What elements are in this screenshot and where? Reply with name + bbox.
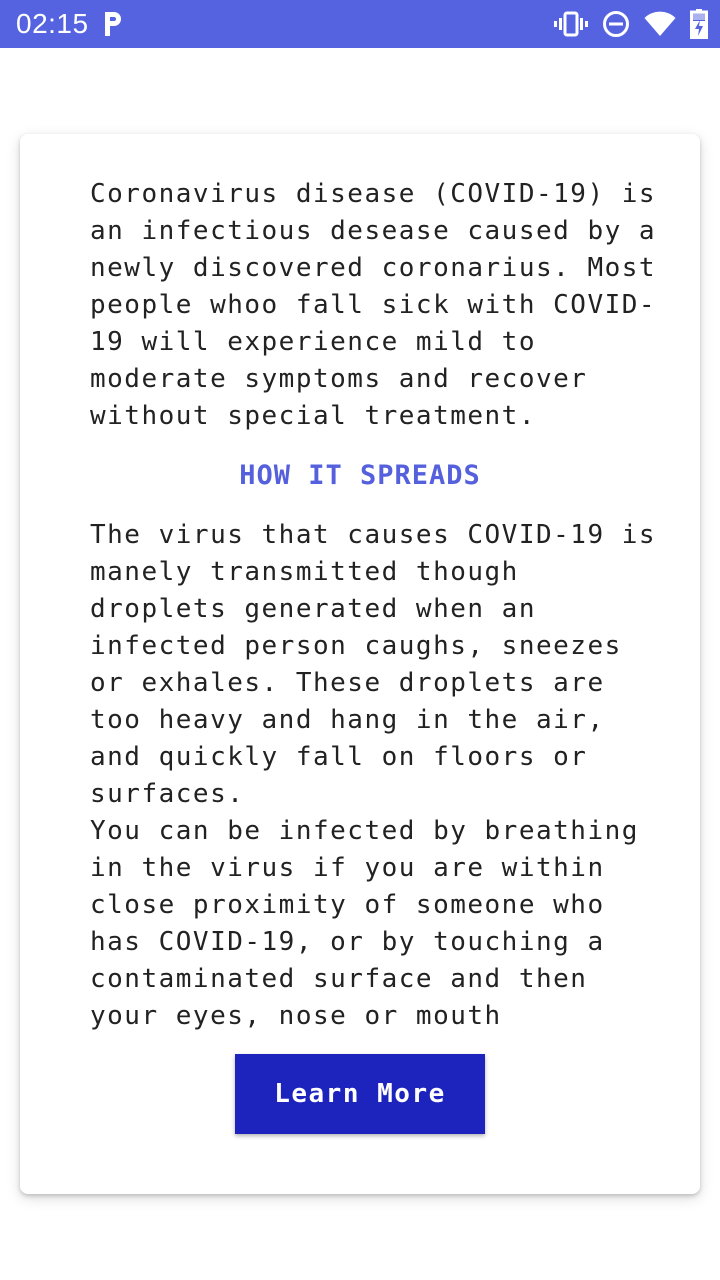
learn-more-button[interactable]: Learn More bbox=[235, 1054, 485, 1134]
spread-text: The virus that causes COVID-19 is manely… bbox=[90, 520, 657, 809]
wifi-icon bbox=[644, 11, 676, 37]
status-bar: 02:15 bbox=[0, 0, 720, 48]
info-card: Coronavirus disease (COVID-19) is an inf… bbox=[20, 134, 700, 1194]
intro-text: Coronavirus disease (COVID-19) is an inf… bbox=[90, 179, 657, 431]
vibrate-icon bbox=[554, 10, 588, 38]
infection-text: You can be infected by breathing in the … bbox=[90, 816, 657, 1031]
status-time: 02:15 bbox=[16, 8, 89, 39]
how-it-spreads-heading: HOW IT SPREADS bbox=[239, 460, 481, 491]
parking-icon bbox=[102, 10, 124, 38]
do-not-disturb-icon bbox=[602, 10, 630, 38]
status-icons bbox=[554, 8, 708, 40]
battery-charging-icon bbox=[690, 9, 708, 39]
